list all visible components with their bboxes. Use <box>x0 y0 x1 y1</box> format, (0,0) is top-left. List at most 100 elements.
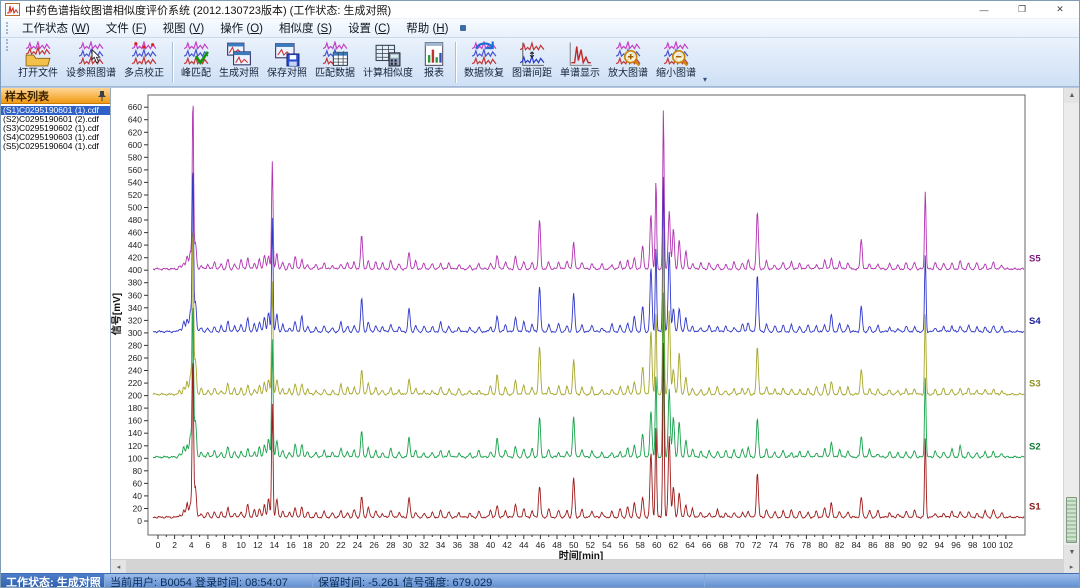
chromatogram-chart-area: 0204060801001201401601802002202402602803… <box>111 88 1079 559</box>
svg-text:0: 0 <box>156 540 161 550</box>
sample-list-title: 样本列表 <box>5 88 49 104</box>
toolbar-button-label: 保存对照 <box>267 67 307 80</box>
sample-list-header: 样本列表 <box>1 88 110 104</box>
spectra-spacing-icon <box>519 41 545 67</box>
menu-item-h[interactable]: 帮助 (H) <box>398 19 456 37</box>
data-restore-button[interactable]: 数据恢复 <box>460 39 508 86</box>
toolbar-button-label: 打开文件 <box>18 67 58 80</box>
svg-text:100: 100 <box>128 453 142 463</box>
single-spectrum-button[interactable]: 单谱显示 <box>556 39 604 86</box>
svg-text:660: 660 <box>128 102 142 112</box>
horizontal-scroll-track[interactable] <box>126 560 1064 573</box>
vertical-scrollbar[interactable]: ▲ ▼ <box>1063 88 1079 560</box>
horizontal-scrollbar[interactable]: ◂ ▸ <box>111 559 1079 573</box>
svg-text:26: 26 <box>369 540 379 550</box>
toolbar-overflow-button[interactable]: ▾ <box>700 75 710 86</box>
svg-text:20: 20 <box>133 504 143 514</box>
svg-text:580: 580 <box>128 152 142 162</box>
zoom-out-button[interactable]: 缩小图谱 <box>652 39 700 86</box>
svg-text:90: 90 <box>901 540 911 550</box>
titlebar: 中药色谱指纹图谱相似度评价系统 (2012.130723版本) (工作状态: 生… <box>1 1 1079 19</box>
svg-text:6: 6 <box>206 540 211 550</box>
toolbar-button-label: 多点校正 <box>124 67 164 80</box>
zoom-in-button[interactable]: 放大图谱 <box>604 39 652 86</box>
chromatogram-chart[interactable]: 0204060801001201401601802002202402602803… <box>111 88 1065 560</box>
svg-text:70: 70 <box>735 540 745 550</box>
vertical-scroll-thumb[interactable] <box>1066 497 1077 543</box>
close-button[interactable]: ✕ <box>1041 1 1079 18</box>
svg-text:32: 32 <box>419 540 429 550</box>
menubar-overflow-grip[interactable] <box>460 25 466 31</box>
multi-point-calibration-button[interactable]: 多点校正 <box>120 39 168 86</box>
scroll-left-button[interactable]: ◂ <box>111 560 126 573</box>
scroll-down-button[interactable]: ▼ <box>1064 545 1080 560</box>
y-axis-ticks: 0204060801001201401601802002202402602803… <box>128 102 148 526</box>
svg-text:160: 160 <box>128 416 142 426</box>
window-title: 中药色谱指纹图谱相似度评价系统 (2012.130723版本) (工作状态: 生… <box>25 2 391 18</box>
peak-match-icon <box>183 41 209 67</box>
status-signal-info: 保留时间: -5.261 信号强度: 679.029 <box>313 574 705 588</box>
plot-area <box>148 95 1025 535</box>
peak-match-button[interactable]: 峰匹配 <box>177 39 215 86</box>
main-area: 样本列表 (S1)C0295190601 (1).cdf(S2)C0295190… <box>1 87 1079 573</box>
svg-text:16: 16 <box>286 540 296 550</box>
sample-item-5[interactable]: (S5)C0295190604 (1).cdf <box>1 142 110 151</box>
sample-list-panel: 样本列表 (S1)C0295190601 (1).cdf(S2)C0295190… <box>1 88 111 573</box>
match-data-button[interactable]: 匹配数据 <box>311 39 359 86</box>
svg-text:68: 68 <box>719 540 729 550</box>
generate-reference-icon <box>226 41 252 67</box>
svg-text:280: 280 <box>128 340 142 350</box>
report-button[interactable]: 报表 <box>417 39 451 86</box>
svg-text:2: 2 <box>172 540 177 550</box>
menu-item-o[interactable]: 操作 (O) <box>212 19 271 37</box>
svg-text:98: 98 <box>968 540 978 550</box>
toolbar-button-label: 峰匹配 <box>181 67 211 80</box>
pin-icon[interactable] <box>97 90 107 102</box>
svg-text:60: 60 <box>652 540 662 550</box>
menu-item-w[interactable]: 工作状态 (W) <box>14 19 98 37</box>
menu-item-c[interactable]: 设置 (C) <box>340 19 398 37</box>
svg-text:50: 50 <box>569 540 579 550</box>
svg-text:102: 102 <box>999 540 1013 550</box>
menu-item-f[interactable]: 文件 (F) <box>98 19 155 37</box>
svg-text:92: 92 <box>918 540 928 550</box>
toolbar-button-label: 匹配数据 <box>315 67 355 80</box>
svg-text:440: 440 <box>128 240 142 250</box>
generate-reference-button[interactable]: 生成对照 <box>215 39 263 86</box>
svg-text:64: 64 <box>685 540 695 550</box>
spectra-spacing-button[interactable]: 图谱间距 <box>508 39 556 86</box>
toolbar-button-label: 报表 <box>424 67 444 80</box>
svg-text:38: 38 <box>469 540 479 550</box>
svg-text:72: 72 <box>752 540 762 550</box>
menubar-grip <box>6 22 11 34</box>
svg-text:80: 80 <box>133 466 143 476</box>
toolbar-separator <box>455 42 456 83</box>
status-user-info: 当前用户: B0054 登录时间: 08:54:07 <box>105 574 313 588</box>
set-reference-button[interactable]: 设参照图谱 <box>62 39 120 86</box>
svg-text:82: 82 <box>835 540 845 550</box>
compute-similarity-button[interactable]: 计算相似度 <box>359 39 417 86</box>
svg-text:76: 76 <box>785 540 795 550</box>
svg-text:54: 54 <box>602 540 612 550</box>
scroll-right-button[interactable]: ▸ <box>1064 560 1079 573</box>
menu-item-v[interactable]: 视图 (V) <box>155 19 213 37</box>
sample-list: (S1)C0295190601 (1).cdf(S2)C0295190601 (… <box>1 104 110 573</box>
app-window: 中药色谱指纹图谱相似度评价系统 (2012.130723版本) (工作状态: 生… <box>0 0 1080 588</box>
toolbar: 打开文件设参照图谱多点校正 峰匹配生成对照保存对照匹配数据计算相似度报表 数据恢复图… <box>1 38 1079 87</box>
svg-text:20: 20 <box>320 540 330 550</box>
minimize-button[interactable]: — <box>965 1 1003 18</box>
save-reference-icon <box>274 41 300 67</box>
menu-item-s[interactable]: 相似度 (S) <box>271 19 340 37</box>
set-reference-icon <box>78 41 104 67</box>
y-axis-title: 信号[mV] <box>111 293 123 335</box>
svg-text:42: 42 <box>502 540 512 550</box>
scroll-up-button[interactable]: ▲ <box>1064 88 1080 103</box>
svg-text:600: 600 <box>128 140 142 150</box>
open-file-button[interactable]: 打开文件 <box>14 39 62 86</box>
toolbar-button-label: 设参照图谱 <box>66 67 116 80</box>
svg-text:78: 78 <box>802 540 812 550</box>
save-reference-button[interactable]: 保存对照 <box>263 39 311 86</box>
data-restore-icon <box>471 41 497 67</box>
maximize-button[interactable]: ❐ <box>1003 1 1041 18</box>
svg-text:12: 12 <box>253 540 263 550</box>
